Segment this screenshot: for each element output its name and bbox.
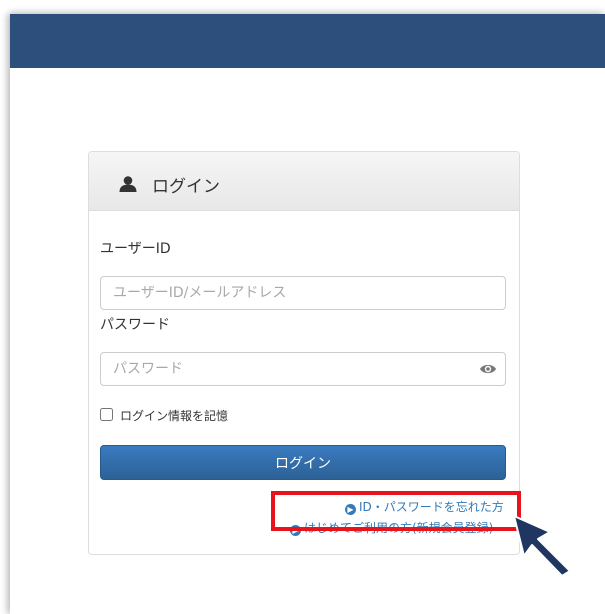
register-link-text: はじめてご利用の方(新規会員登録) — [304, 521, 494, 535]
remember-checkbox[interactable] — [100, 408, 113, 421]
login-button[interactable]: ログイン — [100, 445, 506, 480]
user-icon — [119, 176, 137, 192]
userid-input[interactable] — [100, 276, 506, 310]
circle-arrow-right-icon: ▶ — [290, 525, 301, 536]
screenshot-viewport: ログイン ユーザーID パスワード ログイン情報を記憶 ログイン ▶ID・パスワ… — [0, 0, 605, 614]
login-panel: ログイン ユーザーID パスワード ログイン情報を記憶 ログイン ▶ID・パスワ… — [88, 151, 520, 555]
top-header-bar — [10, 14, 605, 68]
eye-icon[interactable] — [479, 363, 497, 375]
password-label: パスワード — [100, 317, 170, 333]
login-panel-title: ログイン — [152, 177, 220, 197]
login-panel-heading: ログイン — [89, 152, 519, 211]
forgot-password-text: ID・パスワードを忘れた方 — [359, 500, 504, 514]
remember-label: ログイン情報を記憶 — [120, 409, 229, 423]
circle-arrow-right-icon: ▶ — [345, 504, 356, 515]
forgot-password-link[interactable]: ▶ ID・パスワードを忘れた方 — [345, 498, 507, 515]
register-link[interactable]: ▶ はじめてご利用の方(新規会員登録) — [290, 519, 493, 536]
password-input[interactable] — [100, 352, 506, 386]
userid-label: ユーザーID — [100, 241, 171, 257]
mouse-pointer-icon — [513, 515, 571, 577]
